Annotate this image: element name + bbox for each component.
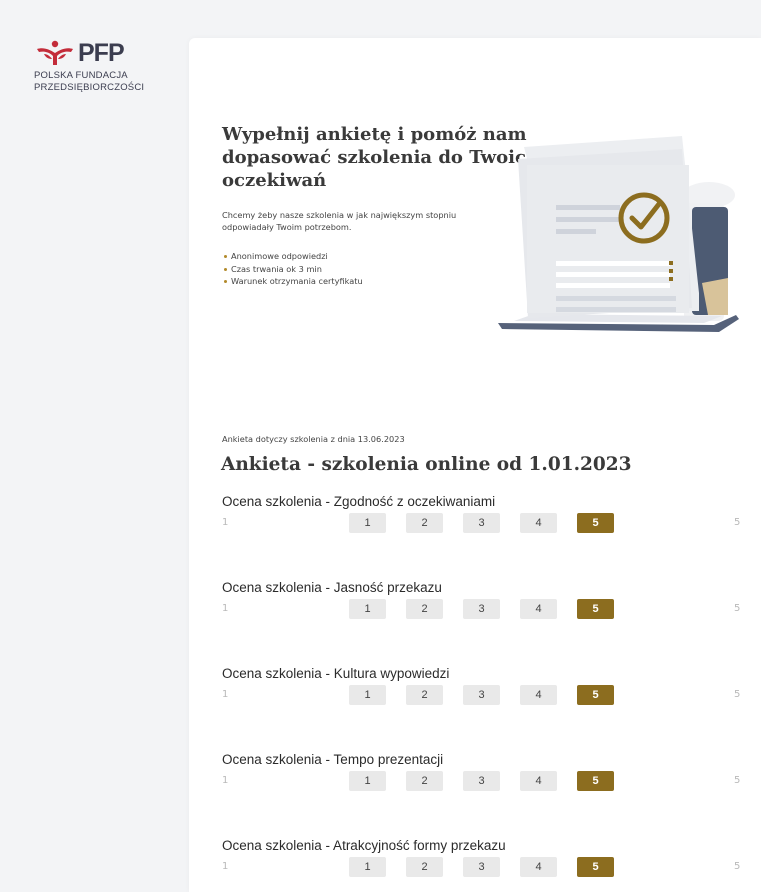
rating-option-3[interactable]: 3 <box>463 685 500 705</box>
survey-card: Wypełnij ankietę i pomóż nam dopasować s… <box>189 38 761 892</box>
rating-option-1[interactable]: 1 <box>349 771 386 791</box>
question-label: Ocena szkolenia - Atrakcyjność formy prz… <box>222 838 506 853</box>
pfp-emblem-icon <box>37 40 73 65</box>
question-label: Ocena szkolenia - Tempo prezentacji <box>222 752 444 767</box>
rating-option-2[interactable]: 2 <box>406 513 443 533</box>
logo-subtitle-line1: POLSKA FUNDACJA <box>34 70 128 81</box>
rating-option-3[interactable]: 3 <box>463 857 500 877</box>
scale-min-label: 1 <box>222 775 229 786</box>
scale-max-label: 5 <box>734 517 741 528</box>
rating-option-3[interactable]: 3 <box>463 513 500 533</box>
rating-option-4[interactable]: 4 <box>520 599 557 619</box>
rating-question: Ocena szkolenia - Tempo prezentacji 1 1 … <box>189 752 761 802</box>
scale-max-label: 5 <box>734 775 741 786</box>
rating-option-5-selected[interactable]: 5 <box>577 599 614 619</box>
hero-description: Chcemy żeby nasze szkolenia w jak najwię… <box>222 210 457 232</box>
hero-bullet: Warunek otrzymania certyfikatu <box>222 275 363 288</box>
logo-subtitle-line2: PRZEDSIĘBIORCZOŚCI <box>34 82 145 93</box>
scale-min-label: 1 <box>222 861 229 872</box>
rating-question: Ocena szkolenia - Zgodność z oczekiwania… <box>189 494 761 544</box>
rating-option-2[interactable]: 2 <box>406 857 443 877</box>
rating-option-4[interactable]: 4 <box>520 513 557 533</box>
question-label: Ocena szkolenia - Zgodność z oczekiwania… <box>222 494 496 509</box>
scale-max-label: 5 <box>734 861 741 872</box>
rating-option-2[interactable]: 2 <box>406 599 443 619</box>
logo-mark: PFP <box>34 40 164 66</box>
rating-option-5-selected[interactable]: 5 <box>577 857 614 877</box>
rating-option-5-selected[interactable]: 5 <box>577 513 614 533</box>
rating-option-1[interactable]: 1 <box>349 599 386 619</box>
rating-option-5-selected[interactable]: 5 <box>577 771 614 791</box>
rating-option-3[interactable]: 3 <box>463 771 500 791</box>
scale-min-label: 1 <box>222 689 229 700</box>
logo-subtitle: POLSKA FUNDACJA PRZEDSIĘBIORCZOŚCI <box>34 70 164 94</box>
hero-bullet: Czas trwania ok 3 min <box>222 263 363 276</box>
scale-max-label: 5 <box>734 689 741 700</box>
logo[interactable]: PFP POLSKA FUNDACJA PRZEDSIĘBIORCZOŚCI <box>34 40 164 94</box>
rating-option-2[interactable]: 2 <box>406 771 443 791</box>
rating-option-4[interactable]: 4 <box>520 857 557 877</box>
rating-option-4[interactable]: 4 <box>520 771 557 791</box>
logo-wordmark: PFP <box>78 39 125 67</box>
hero-bullet-list: Anonimowe odpowiedzi Czas trwania ok 3 m… <box>222 250 363 288</box>
rating-option-1[interactable]: 1 <box>349 685 386 705</box>
rating-option-1[interactable]: 1 <box>349 513 386 533</box>
rating-option-4[interactable]: 4 <box>520 685 557 705</box>
survey-date-caption: Ankieta dotyczy szkolenia z dnia 13.06.2… <box>222 434 405 444</box>
hero-bullet: Anonimowe odpowiedzi <box>222 250 363 263</box>
rating-option-5-selected[interactable]: 5 <box>577 685 614 705</box>
rating-option-3[interactable]: 3 <box>463 599 500 619</box>
document-check-laptop-illustration-icon <box>498 136 739 332</box>
rating-question: Ocena szkolenia - Atrakcyjność formy prz… <box>189 838 761 888</box>
survey-title: Ankieta - szkolenia online od 1.01.2023 <box>221 454 632 475</box>
rating-question: Ocena szkolenia - Kultura wypowiedzi 1 1… <box>189 666 761 716</box>
rating-question: Ocena szkolenia - Jasność przekazu 1 1 2… <box>189 580 761 630</box>
scale-min-label: 1 <box>222 603 229 614</box>
rating-option-1[interactable]: 1 <box>349 857 386 877</box>
rating-option-2[interactable]: 2 <box>406 685 443 705</box>
question-label: Ocena szkolenia - Kultura wypowiedzi <box>222 666 450 681</box>
scale-min-label: 1 <box>222 517 229 528</box>
question-label: Ocena szkolenia - Jasność przekazu <box>222 580 442 595</box>
scale-max-label: 5 <box>734 603 741 614</box>
